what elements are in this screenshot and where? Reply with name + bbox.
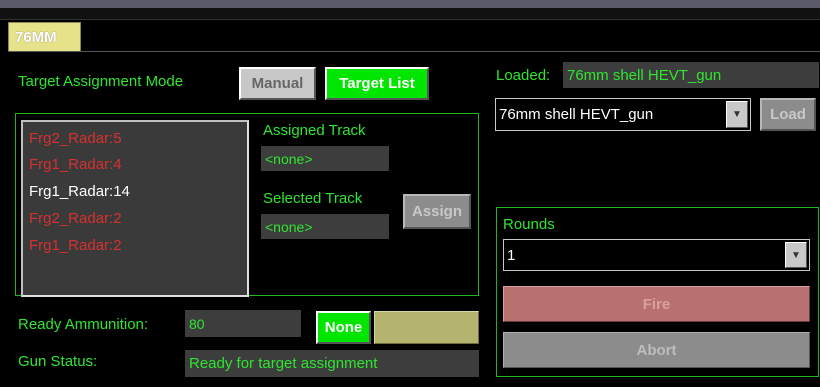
assign-button[interactable]: Assign [403, 194, 471, 229]
loaded-value: 76mm shell HEVT_gun [563, 62, 819, 88]
track-item-label: Frg2_Radar:2 [29, 210, 122, 227]
fire-button[interactable]: Fire [503, 286, 810, 322]
assigned-track-label: Assigned Track [263, 122, 366, 139]
ready-ammunition-label: Ready Ammunition: [18, 316, 149, 333]
ammo-type-selected: 76mm shell HEVT_gun [499, 106, 654, 123]
target-list-button[interactable]: Target List [325, 67, 429, 100]
rounds-select[interactable]: 1 ▼ [503, 239, 810, 271]
rounds-selected: 1 [507, 246, 516, 264]
tab-underline [8, 51, 820, 52]
load-button[interactable]: Load [760, 98, 816, 131]
ammo-type-select[interactable]: 76mm shell HEVT_gun ▼ [495, 98, 751, 131]
track-item-label: Frg2_Radar:5 [29, 130, 122, 147]
track-list-item[interactable]: Frg2_Radar:5 [29, 130, 122, 147]
ammo-indicator [374, 311, 479, 344]
tab-76mm[interactable]: 76MM [8, 22, 81, 52]
rounds-label: Rounds [503, 216, 555, 233]
track-list-item[interactable]: Frg1_Radar:14 [29, 183, 130, 200]
selected-track-label: Selected Track [263, 190, 363, 207]
chevron-down-icon[interactable]: ▼ [726, 101, 748, 128]
manual-button[interactable]: Manual [239, 67, 316, 100]
ready-ammunition-value: 80 [185, 310, 301, 337]
assigned-track-value: <none> [261, 146, 389, 171]
track-item-label: Frg1_Radar:2 [29, 237, 122, 254]
gun-status-value: Ready for target assignment [185, 350, 479, 377]
chevron-down-icon[interactable]: ▼ [785, 242, 807, 268]
track-item-label: Frg1_Radar:14 [29, 183, 130, 200]
none-button[interactable]: None [316, 311, 371, 344]
track-list-item[interactable]: Frg2_Radar:2 [29, 210, 122, 227]
abort-button[interactable]: Abort [503, 332, 810, 368]
track-list-item[interactable]: Frg1_Radar:2 [29, 237, 122, 254]
selected-track-value: <none> [261, 214, 389, 239]
track-list-item[interactable]: Frg1_Radar:4 [29, 156, 122, 173]
track-item-label: Frg1_Radar:4 [29, 156, 122, 173]
loaded-label: Loaded: [496, 67, 551, 84]
window-header-strip [0, 8, 820, 20]
gun-status-label: Gun Status: [18, 353, 98, 370]
target-assignment-mode-label: Target Assignment Mode [18, 73, 184, 90]
track-list[interactable]: Frg2_Radar:5 Frg1_Radar:4 Frg1_Radar:14 … [21, 120, 249, 297]
window-top-bar [0, 0, 820, 8]
